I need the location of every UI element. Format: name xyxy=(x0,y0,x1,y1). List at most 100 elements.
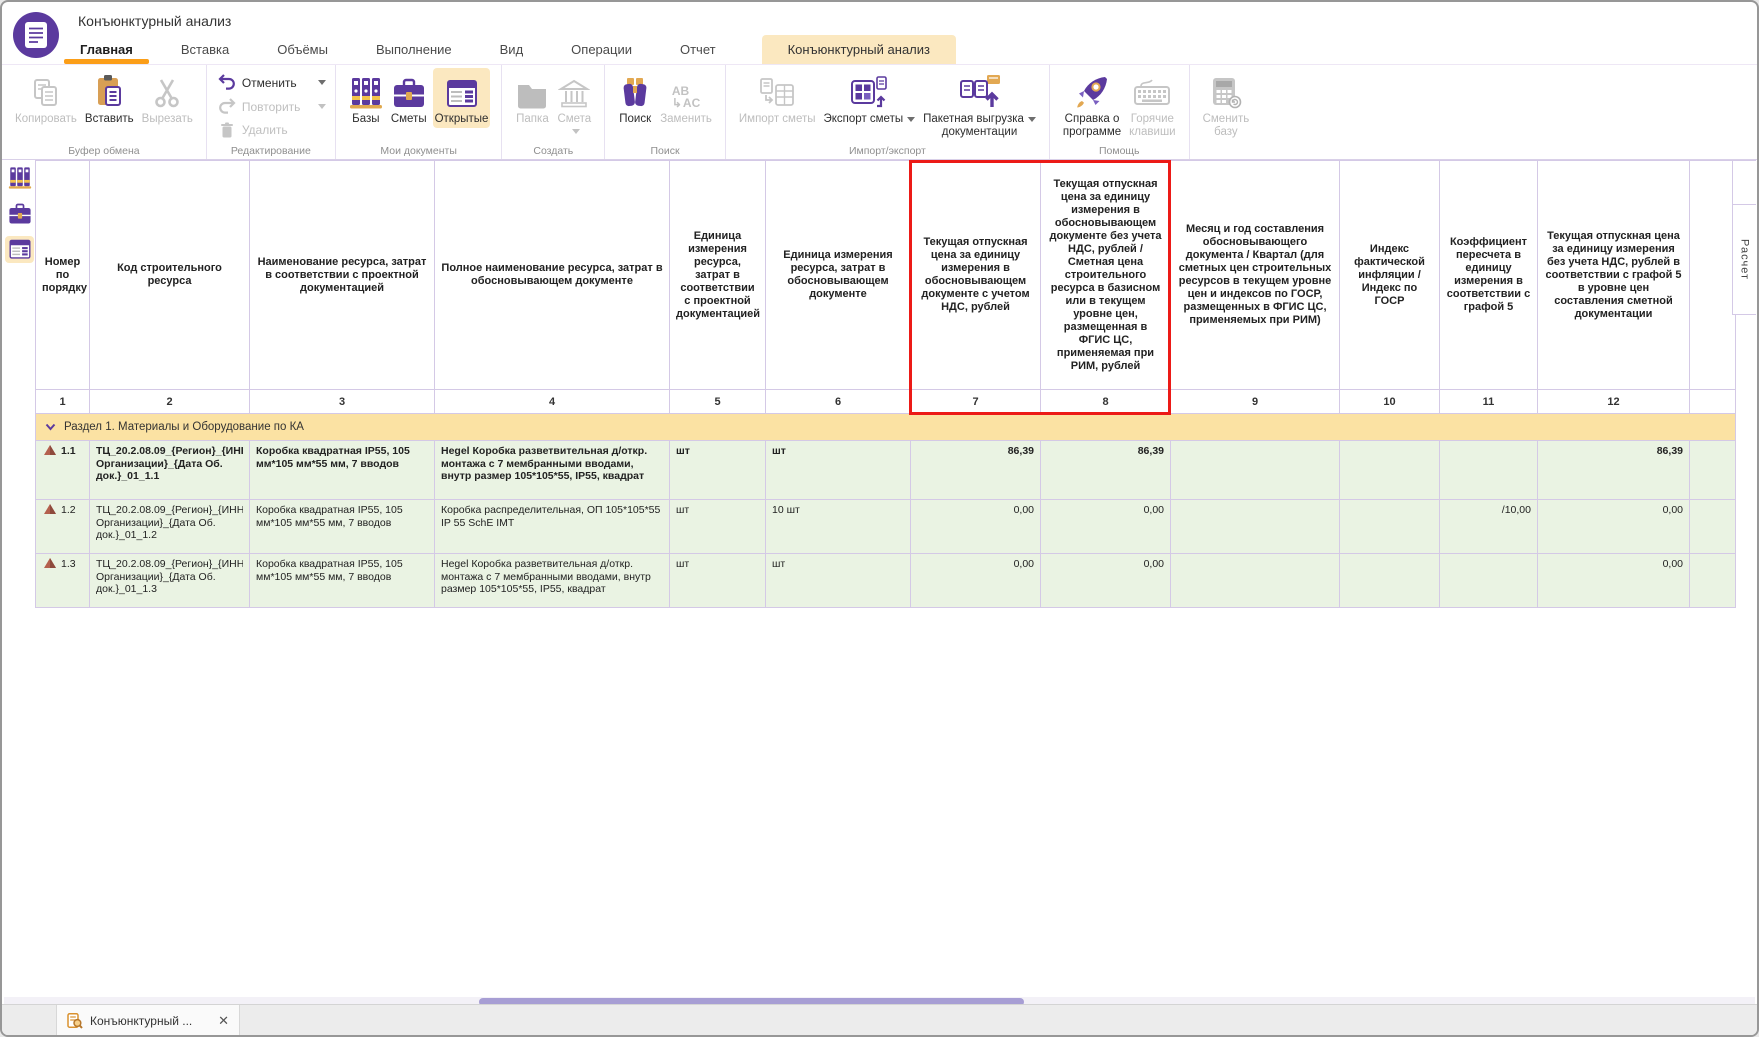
col-header-5: Единица измерения ресурса, затрат в соот… xyxy=(670,161,766,390)
undo-label: Отменить xyxy=(242,76,314,90)
cell-extra[interactable] xyxy=(1690,441,1736,500)
cell-month[interactable] xyxy=(1171,554,1340,608)
copy-button[interactable]: Копировать xyxy=(13,68,79,128)
change-base-label1: Сменить xyxy=(1203,113,1250,126)
about-button[interactable]: Справка о программе xyxy=(1061,68,1123,141)
tab-execution[interactable]: Выполнение xyxy=(374,35,454,64)
folder-button[interactable]: Папка xyxy=(513,68,551,128)
cell-unit-doc[interactable]: 10 шт xyxy=(766,500,911,554)
export-dropdown-icon[interactable] xyxy=(907,117,915,122)
cell-code[interactable]: ТЦ_20.2.08.09_{Регион}_{ИНН Организации}… xyxy=(90,441,250,500)
import-button[interactable]: Импорт сметы xyxy=(737,68,818,128)
change-base-button[interactable]: Сменить базу xyxy=(1201,68,1252,141)
cell-price-level[interactable]: 0,00 xyxy=(1538,554,1690,608)
about-label2: программе xyxy=(1063,126,1121,139)
estimate-button[interactable]: Смета xyxy=(555,68,593,136)
cell-name[interactable]: Коробка квадратная IP55, 105 мм*105 мм*5… xyxy=(250,500,435,554)
cell-code[interactable]: ТЦ_20.2.08.09_{Регион}_{ИНН Организации}… xyxy=(90,500,250,554)
table-row: 1.1 ТЦ_20.2.08.09_{Регион}_{ИНН Организа… xyxy=(36,441,1736,500)
section-row[interactable]: Раздел 1. Материалы и Оборудование по КА xyxy=(36,414,1736,441)
cell-unit-doc[interactable]: шт xyxy=(766,441,911,500)
batch-dropdown-icon[interactable] xyxy=(1028,117,1036,122)
cell-month[interactable] xyxy=(1171,500,1340,554)
undo-icon xyxy=(216,74,238,91)
undo-dropdown-icon[interactable] xyxy=(318,80,326,85)
cell-fullname[interactable]: Hegel Коробка разветвительная д/откр. мо… xyxy=(435,554,670,608)
redo-button[interactable]: Повторить xyxy=(216,98,326,115)
batch-upload-button[interactable]: Пакетная выгрузка документации xyxy=(921,68,1038,141)
cell-fullname[interactable]: Hegel Коробка разветвительная д/откр. мо… xyxy=(435,441,670,500)
cell-price-level[interactable]: 0,00 xyxy=(1538,500,1690,554)
export-button[interactable]: Экспорт сметы xyxy=(822,68,918,128)
group-label-create: Создать xyxy=(502,145,604,157)
redo-dropdown-icon[interactable] xyxy=(318,104,326,109)
cell-price-vat[interactable]: 86,39 xyxy=(911,441,1041,500)
warning-icon xyxy=(44,504,56,514)
cell-coef[interactable] xyxy=(1440,441,1538,500)
col-number: 4 xyxy=(435,390,670,414)
bases-button[interactable]: Базы xyxy=(347,68,385,128)
cell-unit-doc[interactable]: шт xyxy=(766,554,911,608)
search-button[interactable]: Поиск xyxy=(616,68,654,128)
cell-unit-design[interactable]: шт xyxy=(670,441,766,500)
section-title: Раздел 1. Материалы и Оборудование по КА xyxy=(64,421,304,433)
col-header-2: Код строительного ресурса xyxy=(90,161,250,390)
hotkeys-button[interactable]: Горячие клавиши xyxy=(1127,68,1177,141)
binoculars-icon xyxy=(618,71,652,109)
paste-label: Вставить xyxy=(85,113,134,126)
paste-button[interactable]: Вставить xyxy=(83,68,136,128)
estimates-button[interactable]: Сметы xyxy=(389,68,429,128)
tab-analysis[interactable]: Конъюнктурный анализ xyxy=(762,35,956,64)
tab-operations[interactable]: Операции xyxy=(569,35,634,64)
tab-report[interactable]: Отчет xyxy=(678,35,718,64)
cell-unit-design[interactable]: шт xyxy=(670,554,766,608)
col-header-9: Месяц и год составления обосновывающего … xyxy=(1171,161,1340,390)
group-label-search: Поиск xyxy=(605,145,725,157)
cell-coef[interactable] xyxy=(1440,554,1538,608)
cell-unit-design[interactable]: шт xyxy=(670,500,766,554)
sidebar-estimates-icon[interactable] xyxy=(5,200,34,227)
cell-index[interactable] xyxy=(1340,500,1440,554)
estimate-dropdown-icon[interactable] xyxy=(572,129,580,134)
export-icon xyxy=(850,71,888,109)
close-icon[interactable]: ✕ xyxy=(218,1014,229,1027)
cell-fullname[interactable]: Коробка распределительная, ОП 105*105*55… xyxy=(435,500,670,554)
col-number: 2 xyxy=(90,390,250,414)
sidebar-opened-icon[interactable] xyxy=(5,236,34,263)
cell-index[interactable] xyxy=(1340,441,1440,500)
undo-button[interactable]: Отменить xyxy=(216,74,326,91)
cell-number[interactable]: 1.3 xyxy=(36,554,90,608)
cell-price-novat[interactable]: 86,39 xyxy=(1041,441,1171,500)
tab-volumes[interactable]: Объёмы xyxy=(275,35,330,64)
cell-index[interactable] xyxy=(1340,554,1440,608)
chevron-down-icon[interactable] xyxy=(45,423,56,431)
document-tab[interactable]: Конъюнктурный ... ✕ xyxy=(56,1005,240,1036)
opened-button[interactable]: Открытые xyxy=(433,68,491,128)
cell-code[interactable]: ТЦ_20.2.08.09_{Регион}_{ИНН Организации}… xyxy=(90,554,250,608)
col-number: 5 xyxy=(670,390,766,414)
replace-button[interactable]: ABAC Заменить xyxy=(658,68,714,128)
cell-name[interactable]: Коробка квадратная IP55, 105 мм*105 мм*5… xyxy=(250,441,435,500)
cell-extra[interactable] xyxy=(1690,554,1736,608)
cell-number[interactable]: 1.2 xyxy=(36,500,90,554)
delete-button[interactable]: Удалить xyxy=(216,122,326,138)
cell-number[interactable]: 1.1 xyxy=(36,441,90,500)
cell-month[interactable] xyxy=(1171,441,1340,500)
cell-price-novat[interactable]: 0,00 xyxy=(1041,500,1171,554)
cell-coef[interactable]: /10,00 xyxy=(1440,500,1538,554)
cell-price-novat[interactable]: 0,00 xyxy=(1041,554,1171,608)
cut-button[interactable]: Вырезать xyxy=(140,68,195,128)
cell-extra[interactable] xyxy=(1690,500,1736,554)
tab-view[interactable]: Вид xyxy=(498,35,526,64)
cell-price-level[interactable]: 86,39 xyxy=(1538,441,1690,500)
hotkeys-label2: клавиши xyxy=(1129,126,1175,139)
col-header-4: Полное наименование ресурса, затрат в об… xyxy=(435,161,670,390)
cell-name[interactable]: Коробка квадратная IP55, 105 мм*105 мм*5… xyxy=(250,554,435,608)
col-number xyxy=(1690,390,1736,414)
tab-insert[interactable]: Вставка xyxy=(179,35,231,64)
tab-calculation[interactable]: Расчет xyxy=(1732,205,1756,315)
cell-price-vat[interactable]: 0,00 xyxy=(911,554,1041,608)
cell-price-vat[interactable]: 0,00 xyxy=(911,500,1041,554)
tab-home[interactable]: Главная xyxy=(78,35,135,64)
sidebar-bases-icon[interactable] xyxy=(5,164,34,191)
